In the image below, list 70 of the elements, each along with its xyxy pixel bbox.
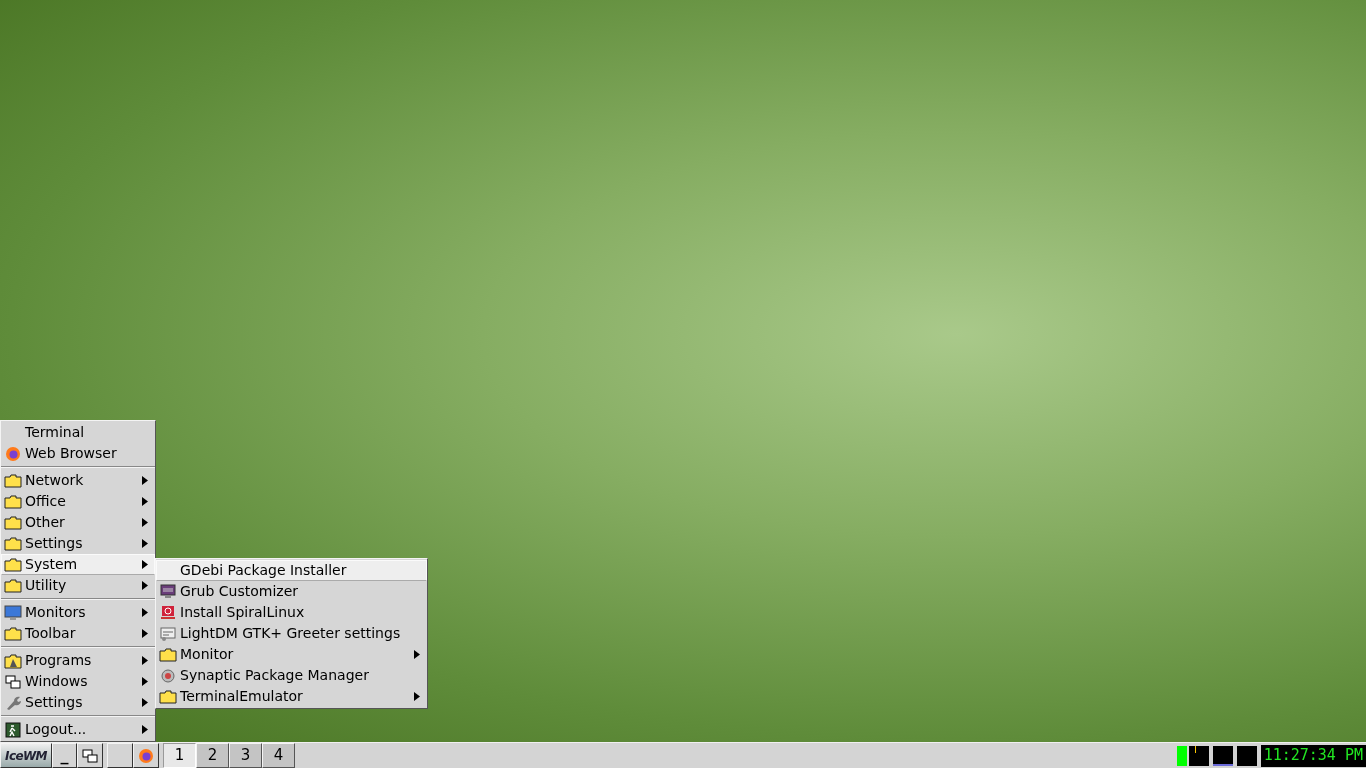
memory-graph [1236, 745, 1257, 766]
menu-item[interactable]: Network [1, 470, 155, 491]
folder-icon [4, 626, 22, 641]
windows-icon [5, 673, 21, 690]
submenu-arrow-icon [414, 650, 420, 659]
wrench-icon [4, 694, 22, 711]
menu-item[interactable]: Logout... [1, 719, 155, 740]
folder-icon [159, 647, 177, 662]
workspace-button[interactable]: 1 [163, 743, 196, 768]
submenu-arrow-icon [142, 476, 148, 485]
folder-icon [4, 494, 22, 509]
menu-item[interactable]: Utility [1, 575, 155, 596]
show-desktop-button[interactable]: _ [52, 743, 77, 768]
submenu-arrow-icon [142, 677, 148, 686]
menu-item[interactable]: Terminal [1, 422, 155, 443]
monitor-icon [4, 604, 22, 621]
start-button[interactable]: IceWM [0, 743, 52, 768]
submenu-arrow-icon [142, 518, 148, 527]
browser-icon [138, 747, 154, 764]
submenu-arrow-icon [142, 539, 148, 548]
folder-icon [4, 515, 22, 530]
menu-item[interactable]: Grub Customizer [156, 581, 427, 602]
submenu-arrow-icon [142, 725, 148, 734]
submenu-arrow-icon [142, 698, 148, 707]
submenu-arrow-icon [142, 656, 148, 665]
menu-item[interactable]: System [1, 554, 155, 575]
menu-item[interactable]: Monitors [1, 602, 155, 623]
folder-icon [4, 473, 22, 488]
quick-launch-button[interactable] [107, 743, 133, 768]
menu-item[interactable]: Windows [1, 671, 155, 692]
network-graph [1212, 745, 1233, 766]
folder-icon [4, 536, 22, 551]
menu-item[interactable]: Other [1, 512, 155, 533]
menu-item[interactable]: Toolbar [1, 623, 155, 644]
package-icon [160, 667, 176, 684]
submenu-arrow-icon [142, 581, 148, 590]
submenu-arrow-icon [414, 692, 420, 701]
menu-item[interactable]: GDebi Package Installer [156, 560, 427, 581]
workspace-button[interactable]: 4 [262, 743, 295, 768]
programs-folder-icon [4, 652, 22, 669]
menu-item[interactable]: Synaptic Package Manager [156, 665, 427, 686]
menu-item[interactable]: Office [1, 491, 155, 512]
submenu-arrow-icon [142, 629, 148, 638]
clock: 11:27:34 PM [1260, 744, 1366, 767]
folder-icon [4, 557, 22, 572]
submenu-arrow-icon [142, 497, 148, 506]
cpu-graph [1188, 745, 1209, 766]
submenu-arrow-icon [142, 608, 148, 617]
submenu-arrow-icon [142, 560, 148, 569]
menu-item[interactable]: Settings [1, 692, 155, 713]
workspace-button[interactable]: 3 [229, 743, 262, 768]
exit-door-icon [5, 721, 21, 738]
folder-icon [159, 689, 177, 704]
monitor-icon [160, 583, 176, 600]
menu-item[interactable]: Web Browser [1, 443, 155, 464]
folder-icon [4, 578, 22, 593]
menu-item[interactable]: Install SpiralLinux [156, 602, 427, 623]
cpu-meter [1176, 745, 1187, 766]
menu-item[interactable]: Programs [1, 650, 155, 671]
browser-launch-button[interactable] [133, 743, 159, 768]
window-list-button[interactable] [77, 743, 103, 768]
menu-item[interactable]: Settings [1, 533, 155, 554]
workspace-button[interactable]: 2 [196, 743, 229, 768]
settings-window-icon [160, 625, 176, 642]
window-list-icon [82, 747, 98, 764]
menu-item[interactable]: TerminalEmulator [156, 686, 427, 707]
installer-icon [160, 604, 176, 621]
browser-icon [5, 445, 21, 462]
menu-item[interactable]: Monitor [156, 644, 427, 665]
menu-item[interactable]: LightDM GTK+ Greeter settings [156, 623, 427, 644]
